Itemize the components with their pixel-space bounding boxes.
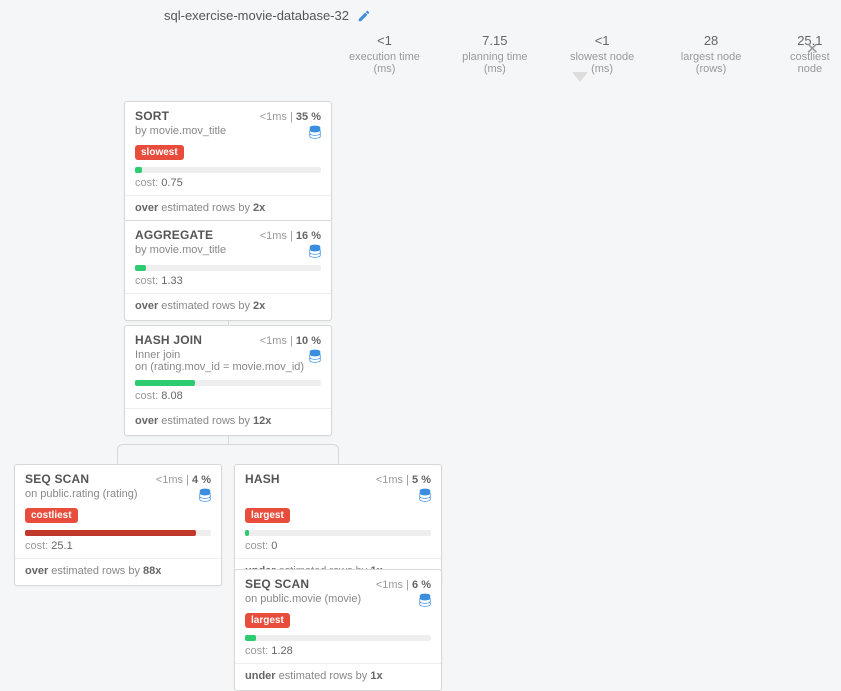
- database-icon[interactable]: [419, 593, 431, 607]
- stat-label: planning time (ms): [453, 51, 537, 75]
- stats-bar: <1 execution time (ms) 7.15 planning tim…: [0, 33, 841, 75]
- node-meta: <1ms | 16 %: [260, 230, 321, 242]
- plan-node-seqscan-movie[interactable]: SEQ SCAN <1ms | 6 % on public.movie (mov…: [234, 569, 442, 691]
- database-icon[interactable]: [309, 125, 321, 139]
- connector: [228, 435, 229, 444]
- database-icon[interactable]: [309, 244, 321, 258]
- cost-row: cost: 1.28: [235, 645, 441, 663]
- cost-bar: [135, 265, 321, 271]
- connector: [117, 454, 118, 464]
- stat-value: 7.15: [453, 33, 537, 48]
- plan-node-hash[interactable]: HASH <1ms | 5 % largest cost: 0 under es…: [234, 464, 442, 586]
- close-icon[interactable]: ✕: [806, 39, 819, 59]
- node-detail: by movie.mov_title: [135, 244, 226, 256]
- plan-node-seqscan-rating[interactable]: SEQ SCAN <1ms | 4 % on public.rating (ra…: [14, 464, 222, 586]
- stat-largest-node: 28 largest node (rows): [667, 33, 754, 75]
- cost-row: cost: 1.33: [125, 275, 331, 293]
- node-meta: <1ms | 5 %: [376, 474, 431, 486]
- node-meta: <1ms | 4 %: [156, 474, 211, 486]
- page-title: sql-exercise-movie-database-32: [164, 8, 349, 23]
- badge-costliest: costliest: [25, 508, 78, 523]
- connector: [338, 454, 339, 464]
- node-title: HASH: [245, 472, 280, 486]
- node-title: SEQ SCAN: [245, 577, 309, 591]
- database-icon[interactable]: [199, 488, 211, 502]
- stat-value: 28: [667, 33, 754, 48]
- cost-bar: [135, 167, 321, 173]
- node-title: SEQ SCAN: [25, 472, 89, 486]
- plan-node-sort[interactable]: SORT <1ms | 35 % by movie.mov_title slow…: [124, 101, 332, 223]
- node-meta: <1ms | 6 %: [376, 579, 431, 591]
- database-icon[interactable]: [309, 349, 321, 363]
- badge-largest: largest: [245, 613, 290, 628]
- stat-label: largest node (rows): [667, 51, 754, 75]
- badge-largest: largest: [245, 508, 290, 523]
- connector-branch: [117, 444, 339, 454]
- estimate-row: over estimated rows by 2x: [125, 294, 331, 320]
- cost-row: cost: 0.75: [125, 177, 331, 195]
- node-detail: on public.movie (movie): [245, 593, 361, 605]
- plan-node-aggregate[interactable]: AGGREGATE <1ms | 16 % by movie.mov_title…: [124, 220, 332, 321]
- node-detail: on public.rating (rating): [25, 488, 138, 500]
- cost-row: cost: 0: [235, 540, 441, 558]
- stat-planning-time: 7.15 planning time (ms): [453, 33, 537, 75]
- database-icon[interactable]: [419, 488, 431, 502]
- node-detail: by movie.mov_title: [135, 125, 226, 137]
- edit-icon[interactable]: [357, 9, 371, 23]
- stat-slowest-node: <1 slowest node (ms): [561, 33, 644, 75]
- node-title: HASH JOIN: [135, 333, 202, 347]
- pointer-notch: [572, 72, 588, 82]
- node-detail: Inner join on (rating.mov_id = movie.mov…: [135, 349, 304, 373]
- cost-bar: [135, 380, 321, 386]
- node-meta: <1ms | 35 %: [260, 111, 321, 123]
- stat-execution-time: <1 execution time (ms): [340, 33, 429, 75]
- stat-value: <1: [561, 33, 644, 48]
- estimate-row: under estimated rows by 1x: [235, 664, 441, 690]
- estimate-row: over estimated rows by 12x: [125, 409, 331, 435]
- cost-bar: [25, 530, 211, 536]
- stat-value: <1: [340, 33, 429, 48]
- plan-node-hash-join[interactable]: HASH JOIN <1ms | 10 % Inner join on (rat…: [124, 325, 332, 436]
- cost-bar: [245, 530, 431, 536]
- stat-label: execution time (ms): [340, 51, 429, 75]
- node-title: SORT: [135, 109, 169, 123]
- estimate-row: over estimated rows by 88x: [15, 559, 221, 585]
- cost-row: cost: 25.1: [15, 540, 221, 558]
- node-meta: <1ms | 10 %: [260, 335, 321, 347]
- estimate-row: over estimated rows by 2x: [125, 196, 331, 222]
- badge-slowest: slowest: [135, 145, 184, 160]
- node-title: AGGREGATE: [135, 228, 213, 242]
- cost-row: cost: 8.08: [125, 390, 331, 408]
